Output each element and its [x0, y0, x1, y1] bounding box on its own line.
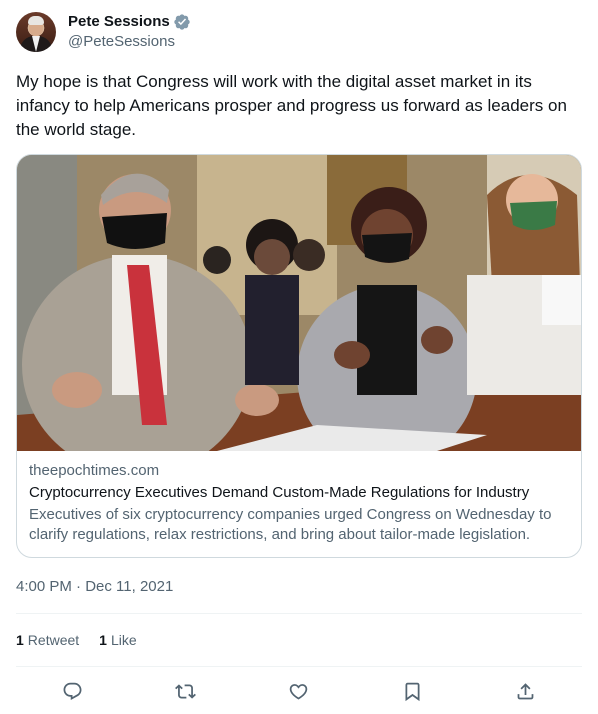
- retweet-icon: [175, 683, 197, 699]
- bookmark-button[interactable]: [395, 676, 429, 706]
- likes-count: 1: [99, 632, 107, 648]
- card-domain: theepochtimes.com: [29, 462, 160, 479]
- author-display-name[interactable]: Pete Sessions: [68, 12, 170, 32]
- avatar[interactable]: [16, 12, 56, 52]
- tweet-header: Pete Sessions @PeteSessions: [16, 12, 191, 54]
- retweets-count: 1: [16, 632, 24, 648]
- tweet-timestamp: 4:00 PM · Dec 11, 2021: [16, 577, 173, 597]
- likes-label: Like: [110, 632, 137, 648]
- share-button[interactable]: [508, 676, 542, 706]
- retweets-stat[interactable]: 1 Retweet: [16, 630, 79, 650]
- tweet: Pete Sessions @PeteSessions My hope is t…: [0, 0, 598, 714]
- author-name-row: Pete Sessions: [68, 12, 191, 32]
- heart-icon: [290, 683, 308, 700]
- bookmark-icon: [405, 682, 420, 701]
- link-card[interactable]: theepochtimes.com Cryptocurrency Executi…: [16, 154, 582, 558]
- tweet-text: My hope is that Congress will work with …: [16, 72, 567, 139]
- timestamp-separator: ·: [71, 578, 86, 595]
- retweet-button[interactable]: [169, 676, 203, 706]
- card-image: [17, 155, 581, 451]
- verified-badge-icon: [173, 13, 191, 31]
- author-handle[interactable]: @PeteSessions: [68, 32, 191, 52]
- like-button[interactable]: [282, 676, 316, 706]
- divider: [16, 613, 582, 614]
- retweets-label: Retweet: [27, 632, 80, 648]
- tweet-stats: 1 Retweet 1 Like: [16, 630, 137, 650]
- timestamp-time[interactable]: 4:00 PM: [16, 578, 72, 595]
- card-title: Cryptocurrency Executives Demand Custom-…: [29, 484, 530, 501]
- reply-icon: [63, 682, 82, 700]
- card-description: Executives of six cryptocurrency compani…: [29, 506, 552, 543]
- likes-stat[interactable]: 1 Like: [99, 630, 136, 650]
- timestamp-date[interactable]: Dec 11, 2021: [85, 578, 173, 595]
- divider: [16, 666, 582, 667]
- tweet-actions: [16, 676, 582, 706]
- reply-button[interactable]: [56, 676, 90, 706]
- card-info: theepochtimes.com Cryptocurrency Executi…: [17, 451, 581, 545]
- share-icon: [517, 682, 534, 699]
- author-names: Pete Sessions @PeteSessions: [68, 12, 191, 52]
